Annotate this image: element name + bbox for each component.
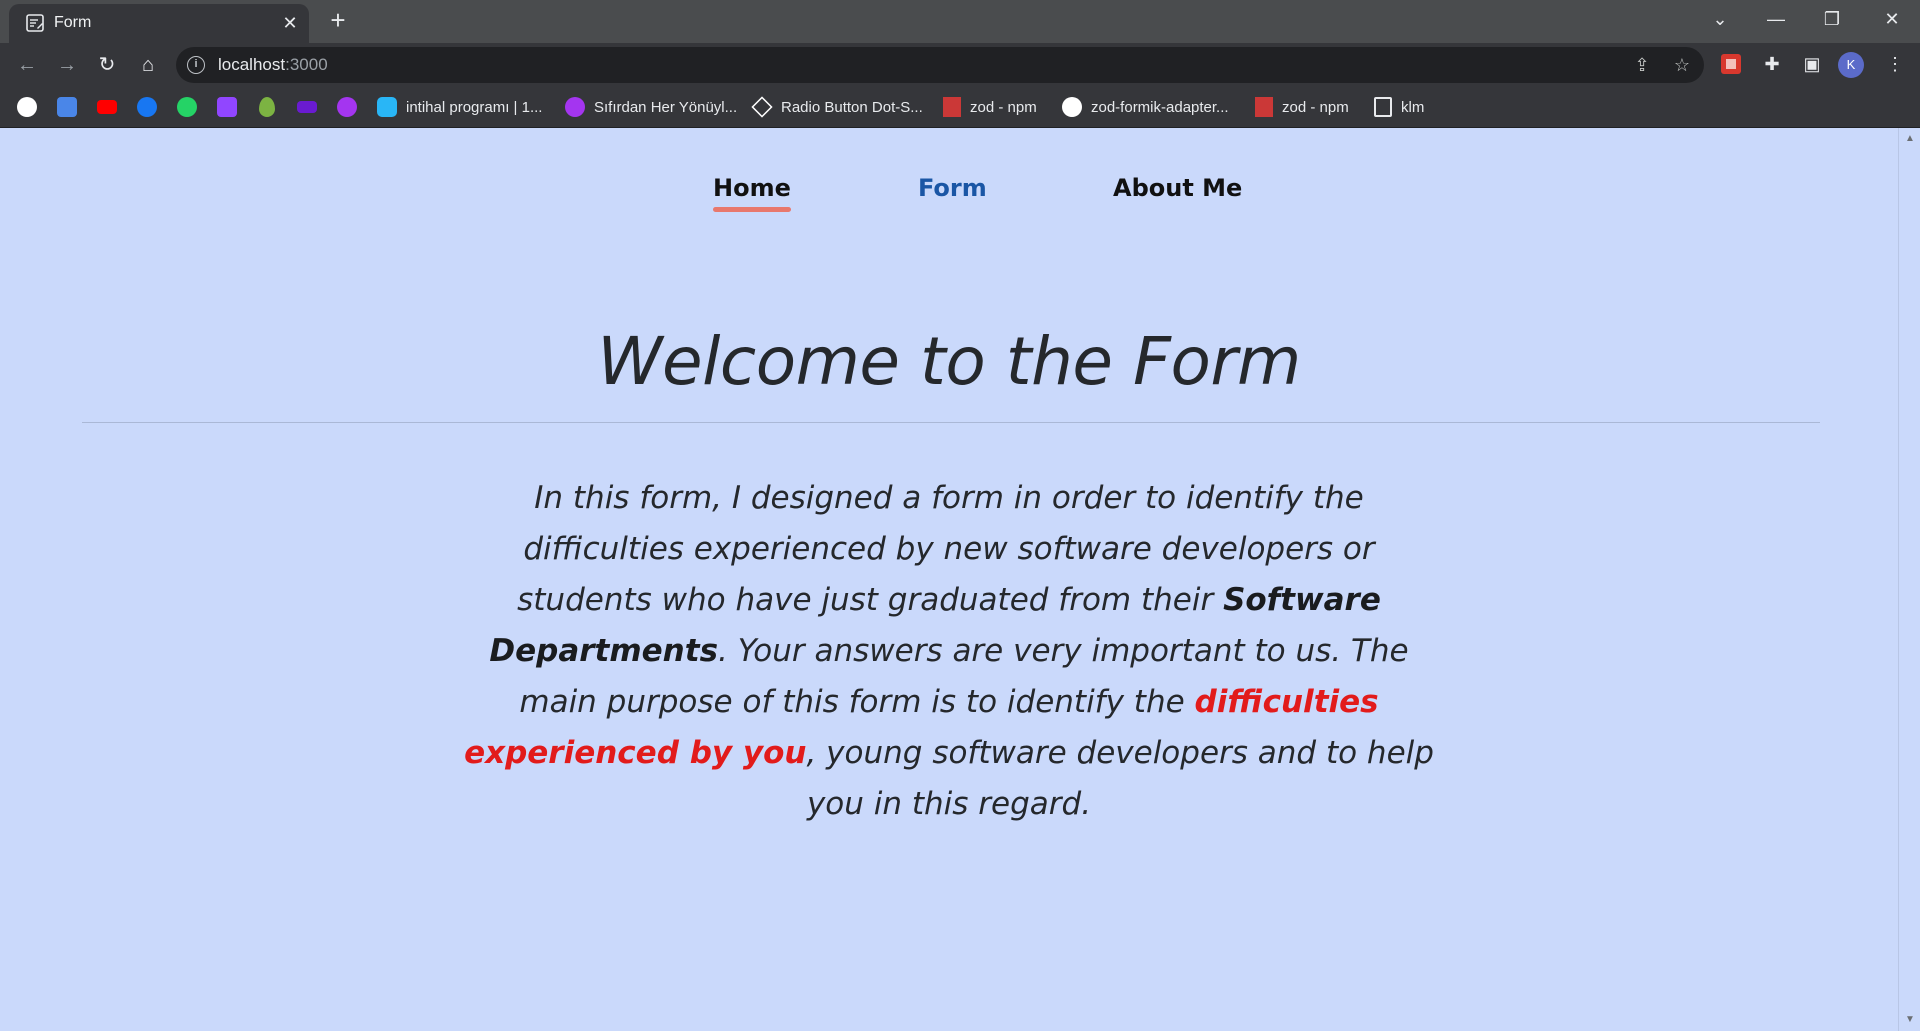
npm-icon bbox=[943, 97, 961, 117]
back-icon[interactable]: ← bbox=[11, 49, 43, 81]
tab-search-icon[interactable]: ⌄ bbox=[1692, 0, 1748, 40]
tab-title: Form bbox=[54, 14, 92, 31]
intro-text-3: , young software developers and to help … bbox=[806, 735, 1434, 822]
browser-titlebar: Form ✕ + ⌄ — ❐ ✕ bbox=[0, 0, 1920, 44]
profile-avatar[interactable]: K bbox=[1838, 52, 1864, 78]
page-icon bbox=[1374, 97, 1392, 117]
bookmark-zod-npm-2[interactable]: zod - npm bbox=[1255, 96, 1349, 118]
whatsapp-icon[interactable] bbox=[177, 97, 197, 117]
intro-paragraph: In this form, I designed a form in order… bbox=[460, 473, 1438, 830]
page-icon bbox=[26, 14, 44, 32]
extensions-puzzle-icon[interactable]: ✚ bbox=[1757, 49, 1787, 79]
nav-link-form[interactable]: Form bbox=[918, 174, 987, 202]
drop-icon[interactable] bbox=[259, 97, 275, 117]
menu-kebab-icon[interactable]: ⋮ bbox=[1880, 49, 1910, 79]
bookmarks-bar: intihal programı | 1... Sıfırdan Her Yön… bbox=[0, 86, 1920, 128]
url-text[interactable]: localhost:3000 bbox=[218, 55, 328, 75]
mail-icon[interactable] bbox=[297, 101, 317, 113]
google-icon[interactable] bbox=[17, 97, 37, 117]
plagiarism-icon bbox=[377, 97, 397, 117]
nav-link-home[interactable]: Home bbox=[713, 174, 791, 212]
npm-icon bbox=[1255, 97, 1273, 117]
restore-icon[interactable]: ❐ bbox=[1804, 0, 1860, 40]
address-bar[interactable]: i localhost:3000 ⇪ ☆ bbox=[176, 47, 1704, 83]
udemy-icon bbox=[565, 97, 585, 117]
forward-icon[interactable]: → bbox=[51, 49, 83, 81]
side-panel-icon[interactable]: ▣ bbox=[1797, 49, 1827, 79]
twitch-icon[interactable] bbox=[217, 97, 237, 117]
nav-link-about-me[interactable]: About Me bbox=[1113, 174, 1242, 202]
title-divider bbox=[82, 422, 1820, 423]
bookmark-plagiarism[interactable]: intihal programı | 1... bbox=[377, 96, 542, 118]
scroll-up-icon[interactable]: ▲ bbox=[1905, 134, 1915, 144]
reload-icon[interactable]: ↻ bbox=[91, 49, 123, 81]
bookmark-star-icon[interactable]: ☆ bbox=[1668, 51, 1696, 79]
new-tab-button[interactable]: + bbox=[325, 7, 351, 34]
share-icon[interactable]: ⇪ bbox=[1628, 51, 1656, 79]
home-icon[interactable]: ⌂ bbox=[132, 49, 164, 81]
page-scrollbar[interactable]: ▲ ▼ bbox=[1898, 128, 1920, 1031]
codepen-icon bbox=[751, 96, 773, 118]
scroll-down-icon[interactable]: ▼ bbox=[1905, 1015, 1915, 1025]
main-navigation: Home Form About Me bbox=[0, 174, 1898, 214]
browser-toolbar: ← → ↻ ⌂ i localhost:3000 ⇪ ☆ ✚ ▣ K ⋮ bbox=[0, 43, 1920, 86]
bookmark-radio-button[interactable]: Radio Button Dot-S... bbox=[751, 96, 923, 118]
udemy-icon[interactable] bbox=[337, 97, 357, 117]
page-title: Welcome to the Form bbox=[597, 323, 1301, 400]
bookmark-klm[interactable]: klm bbox=[1374, 96, 1424, 118]
site-info-icon[interactable]: i bbox=[187, 56, 205, 74]
google-translate-icon[interactable] bbox=[57, 97, 77, 117]
web-page: Home Form About Me Welcome to the Form I… bbox=[0, 128, 1898, 1031]
bookmark-zod-formik-adapter[interactable]: zod-formik-adapter... bbox=[1062, 96, 1229, 118]
tab-close-icon[interactable]: ✕ bbox=[279, 12, 301, 34]
github-icon bbox=[1062, 97, 1082, 117]
youtube-icon[interactable] bbox=[97, 100, 117, 114]
facebook-icon[interactable] bbox=[137, 97, 157, 117]
browser-tab[interactable]: Form ✕ bbox=[9, 4, 309, 44]
minimize-icon[interactable]: — bbox=[1748, 0, 1804, 40]
bookmark-zod-npm[interactable]: zod - npm bbox=[943, 96, 1037, 118]
bookmark-udemy-course[interactable]: Sıfırdan Her Yönüyl... bbox=[565, 96, 737, 118]
close-window-icon[interactable]: ✕ bbox=[1864, 0, 1920, 40]
extension-icon[interactable] bbox=[1716, 49, 1746, 79]
